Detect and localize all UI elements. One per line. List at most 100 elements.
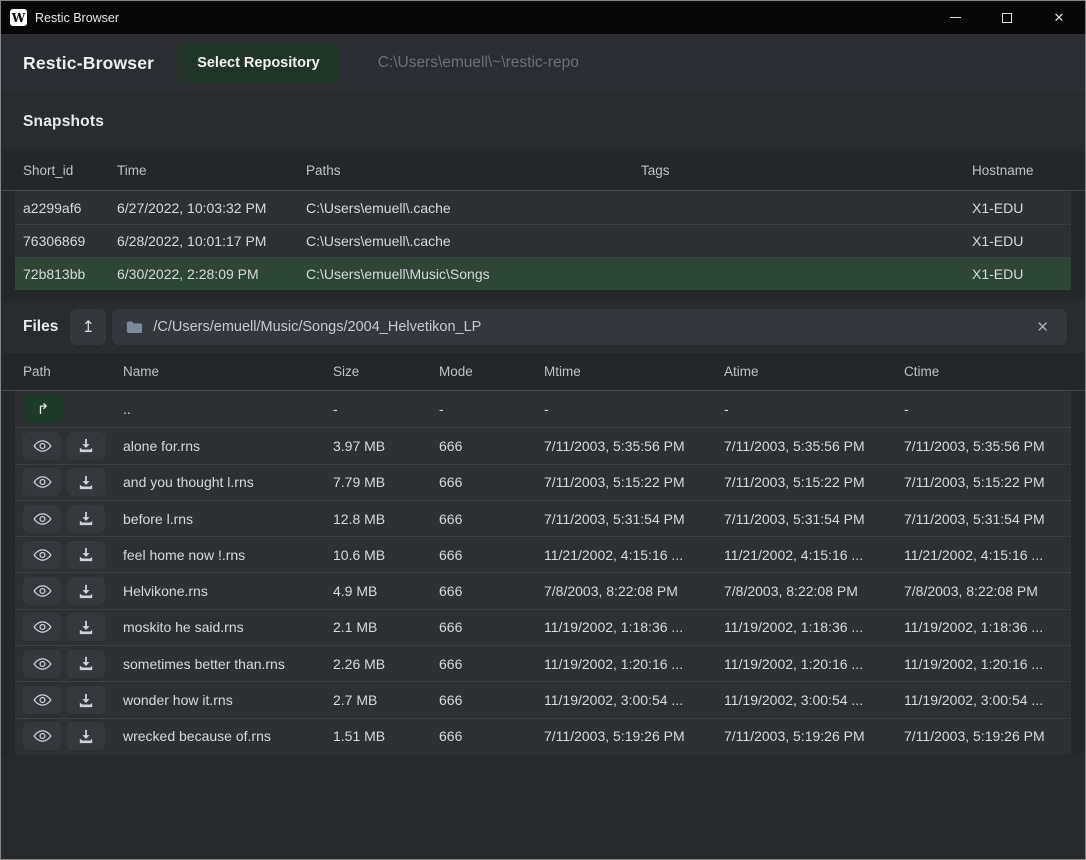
column-header-size: Size [325, 364, 431, 379]
file-row-actions [15, 432, 115, 460]
eye-icon [33, 548, 52, 562]
column-header-paths: Paths [298, 163, 633, 178]
view-file-button[interactable] [23, 432, 61, 460]
snapshot-cell-hostname: X1-EDU [964, 200, 1071, 216]
file-cell-mode: 666 [431, 692, 536, 708]
file-cell-mtime: 11/21/2002, 4:15:16 ... [536, 547, 716, 563]
download-file-button[interactable] [67, 468, 105, 496]
column-header-mode: Mode [431, 364, 536, 379]
view-file-button[interactable] [23, 650, 61, 678]
eye-icon [33, 475, 52, 489]
file-row[interactable]: feel home now !.rns10.6 MB66611/21/2002,… [15, 536, 1071, 572]
file-row[interactable]: alone for.rns3.97 MB6667/11/2003, 5:35:5… [15, 427, 1071, 463]
file-cell-mode: 666 [431, 728, 536, 744]
snapshots-table: a2299af66/27/2022, 10:03:32 PMC:\Users\e… [1, 191, 1085, 290]
snapshot-row[interactable]: 763068696/28/2022, 10:01:17 PMC:\Users\e… [15, 224, 1071, 257]
file-row[interactable]: sometimes better than.rns2.26 MB66611/19… [15, 645, 1071, 681]
snapshot-row[interactable]: a2299af66/27/2022, 10:03:32 PMC:\Users\e… [15, 191, 1071, 224]
download-icon [78, 729, 94, 744]
file-cell-mtime: - [536, 401, 716, 417]
files-table: ↱..-----alone for.rns3.97 MB6667/11/2003… [1, 391, 1085, 754]
download-icon [78, 511, 94, 526]
file-row-actions [15, 468, 115, 496]
files-bar: Files ↥ /C/Users/emuell/Music/Songs/2004… [1, 301, 1085, 353]
file-row-actions: ↱ [15, 395, 115, 423]
file-cell-size: 1.51 MB [325, 728, 431, 744]
file-cell-ctime: 7/11/2003, 5:19:26 PM [896, 728, 1071, 744]
download-icon [78, 584, 94, 599]
snapshots-header-row: Short_idTimePathsTagsHostname [1, 151, 1085, 191]
current-path-bar[interactable]: /C/Users/emuell/Music/Songs/2004_Helveti… [112, 309, 1067, 345]
file-cell-name: and you thought l.rns [115, 474, 325, 490]
file-row[interactable]: wrecked because of.rns1.51 MB6667/11/200… [15, 718, 1071, 754]
file-cell-mtime: 11/19/2002, 3:00:54 ... [536, 692, 716, 708]
eye-icon [33, 693, 52, 707]
app-title: Restic-Browser [23, 53, 154, 74]
file-cell-mode: 666 [431, 547, 536, 563]
view-file-button[interactable] [23, 505, 61, 533]
download-icon [78, 656, 94, 671]
select-repository-button[interactable]: Select Repository [177, 44, 340, 83]
view-file-button[interactable] [23, 577, 61, 605]
window-title: Restic Browser [35, 11, 119, 25]
view-file-button[interactable] [23, 468, 61, 496]
view-file-button[interactable] [23, 613, 61, 641]
file-row[interactable]: wonder how it.rns2.7 MB66611/19/2002, 3:… [15, 681, 1071, 717]
view-file-button[interactable] [23, 686, 61, 714]
minimize-button[interactable] [929, 1, 981, 34]
column-header-ctime: Ctime [896, 364, 1071, 379]
file-row[interactable]: Helvikone.rns4.9 MB6667/8/2003, 8:22:08 … [15, 572, 1071, 608]
column-header-mtime: Mtime [536, 364, 716, 379]
file-row[interactable]: moskito he said.rns2.1 MB66611/19/2002, … [15, 609, 1071, 645]
file-cell-size: 4.9 MB [325, 583, 431, 599]
snapshot-row[interactable]: 72b813bb6/30/2022, 2:28:09 PMC:\Users\em… [15, 257, 1071, 290]
close-button[interactable]: ✕ [1033, 1, 1085, 34]
download-file-button[interactable] [67, 722, 105, 750]
file-cell-mtime: 7/11/2003, 5:31:54 PM [536, 511, 716, 527]
file-cell-name: alone for.rns [115, 438, 325, 454]
view-file-button[interactable] [23, 541, 61, 569]
download-file-button[interactable] [67, 505, 105, 533]
snapshot-cell-short_id: 76306869 [15, 233, 109, 249]
up-arrow-icon: ↥ [82, 317, 95, 337]
column-header-hostname: Hostname [964, 163, 1071, 178]
download-file-button[interactable] [67, 577, 105, 605]
clear-path-icon[interactable]: ✕ [1032, 316, 1053, 338]
maximize-button[interactable] [981, 1, 1033, 34]
download-file-button[interactable] [67, 432, 105, 460]
file-cell-ctime: 11/19/2002, 1:18:36 ... [896, 619, 1071, 635]
file-cell-mode: 666 [431, 438, 536, 454]
download-file-button[interactable] [67, 613, 105, 641]
snapshot-cell-hostname: X1-EDU [964, 266, 1071, 282]
file-cell-ctime: 11/19/2002, 1:20:16 ... [896, 656, 1071, 672]
file-cell-name: sometimes better than.rns [115, 656, 325, 672]
download-icon [78, 620, 94, 635]
eye-icon [33, 439, 52, 453]
file-cell-size: 3.97 MB [325, 438, 431, 454]
snapshot-cell-hostname: X1-EDU [964, 233, 1071, 249]
eye-icon [33, 584, 52, 598]
file-cell-atime: 11/19/2002, 1:20:16 ... [716, 656, 896, 672]
file-cell-atime: - [716, 401, 896, 417]
snapshot-cell-time: 6/30/2022, 2:28:09 PM [109, 266, 298, 282]
file-cell-name: moskito he said.rns [115, 619, 325, 635]
column-header-atime: Atime [716, 364, 896, 379]
view-file-button[interactable] [23, 722, 61, 750]
file-row-actions [15, 650, 115, 678]
go-parent-directory-button[interactable]: ↱ [23, 395, 63, 423]
download-file-button[interactable] [67, 650, 105, 678]
file-row-actions [15, 686, 115, 714]
snapshot-cell-time: 6/28/2022, 10:01:17 PM [109, 233, 298, 249]
file-cell-atime: 7/11/2003, 5:19:26 PM [716, 728, 896, 744]
file-cell-mtime: 11/19/2002, 1:20:16 ... [536, 656, 716, 672]
download-file-button[interactable] [67, 541, 105, 569]
file-cell-size: 2.26 MB [325, 656, 431, 672]
download-file-button[interactable] [67, 686, 105, 714]
file-row[interactable]: and you thought l.rns7.79 MB6667/11/2003… [15, 464, 1071, 500]
up-directory-button[interactable]: ↥ [70, 309, 106, 345]
maximize-icon [1002, 13, 1012, 23]
file-cell-ctime: - [896, 401, 1071, 417]
file-cell-atime: 7/11/2003, 5:15:22 PM [716, 474, 896, 490]
file-row[interactable]: before l.rns12.8 MB6667/11/2003, 5:31:54… [15, 500, 1071, 536]
column-header-tags: Tags [633, 163, 964, 178]
